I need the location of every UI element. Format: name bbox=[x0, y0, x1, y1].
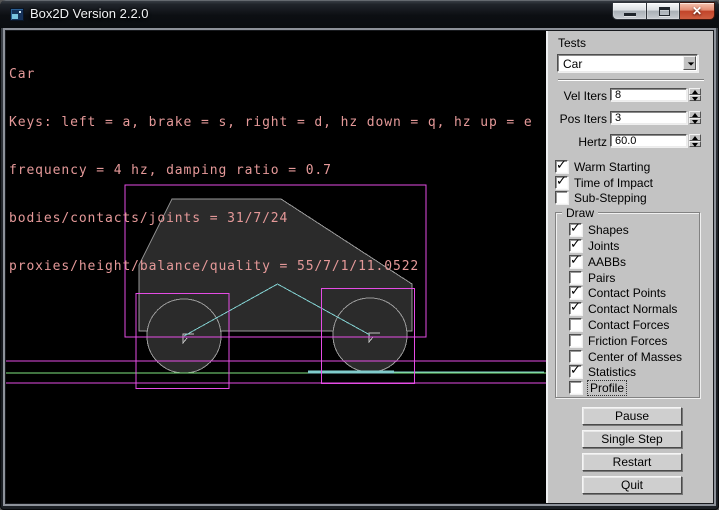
checkbox-icon: ✓ bbox=[569, 334, 582, 347]
separator bbox=[558, 79, 704, 81]
checkbox-label: Center of Masses bbox=[588, 350, 682, 364]
tests-dropdown-value: Car bbox=[563, 57, 582, 71]
checkbox-friction-forces[interactable]: ✓ Friction Forces bbox=[569, 333, 667, 348]
checkbox-label: Joints bbox=[588, 239, 619, 253]
stats-text: Car Keys: left = a, brake = s, right = d… bbox=[9, 35, 533, 307]
checkbox-label: Shapes bbox=[588, 223, 629, 237]
spinner-up-button[interactable] bbox=[689, 88, 701, 95]
close-button[interactable]: ✕ bbox=[680, 2, 715, 20]
checkbox-label: Pairs bbox=[588, 271, 615, 285]
checkbox-icon: ✓ bbox=[569, 223, 582, 236]
vel-iters-label: Vel Iters bbox=[548, 89, 607, 103]
checkbox-label: Contact Normals bbox=[588, 302, 677, 316]
hertz-label: Hertz bbox=[548, 135, 607, 149]
checkbox-contact-forces[interactable]: ✓ Contact Forces bbox=[569, 317, 669, 332]
stats-line-proxies: proxies/height/balance/quality = 55/7/1/… bbox=[9, 259, 533, 275]
checkbox-sub-stepping[interactable]: ✓ Sub-Stepping bbox=[555, 190, 647, 205]
client-frame: Car Keys: left = a, brake = s, right = d… bbox=[3, 28, 716, 506]
stats-line-keys: Keys: left = a, brake = s, right = d, hz… bbox=[9, 115, 533, 131]
vel-iters-input[interactable]: 8 bbox=[610, 88, 687, 101]
stats-line-title: Car bbox=[9, 67, 533, 83]
minimize-button[interactable] bbox=[612, 2, 646, 20]
tests-dropdown[interactable]: Car bbox=[557, 54, 698, 72]
minimize-icon bbox=[624, 13, 636, 16]
tests-label: Tests bbox=[558, 36, 586, 50]
spinner-up-button[interactable] bbox=[689, 134, 701, 141]
checkbox-icon: ✓ bbox=[569, 365, 582, 378]
control-panel: Tests Car Vel Iters 8 bbox=[546, 31, 713, 503]
checkbox-contact-points[interactable]: ✓ Contact Points bbox=[569, 285, 666, 300]
checkbox-time-of-impact[interactable]: ✓ Time of Impact bbox=[555, 175, 653, 190]
checkbox-joints[interactable]: ✓ Joints bbox=[569, 238, 619, 253]
quit-button[interactable]: Quit bbox=[582, 476, 682, 494]
hertz-spinner bbox=[689, 134, 701, 147]
checkbox-icon: ✓ bbox=[569, 318, 582, 331]
window-controls: ✕ bbox=[612, 2, 715, 20]
vel-iters-spinner bbox=[689, 88, 701, 101]
pos-iters-label: Pos Iters bbox=[548, 112, 607, 126]
spinner-down-button[interactable] bbox=[689, 141, 701, 147]
maximize-button[interactable] bbox=[646, 2, 680, 20]
checkbox-icon: ✓ bbox=[569, 302, 582, 315]
checkbox-label: Statistics bbox=[588, 365, 636, 379]
pos-iters-spinner bbox=[689, 111, 701, 124]
checkbox-icon: ✓ bbox=[569, 239, 582, 252]
checkbox-warm-starting[interactable]: ✓ Warm Starting bbox=[555, 159, 650, 174]
checkbox-pairs[interactable]: ✓ Pairs bbox=[569, 270, 615, 285]
checkbox-label: Contact Forces bbox=[588, 318, 669, 332]
restart-button[interactable]: Restart bbox=[582, 453, 682, 471]
app-icon bbox=[10, 8, 24, 21]
checkbox-icon: ✓ bbox=[569, 350, 582, 363]
checkbox-statistics[interactable]: ✓ Statistics bbox=[569, 364, 636, 379]
tests-dropdown-button[interactable] bbox=[683, 56, 696, 70]
checkbox-contact-normals[interactable]: ✓ Contact Normals bbox=[569, 301, 677, 316]
spinner-down-button[interactable] bbox=[689, 118, 701, 124]
draw-group-label: Draw bbox=[562, 206, 598, 220]
spinner-down-button[interactable] bbox=[689, 95, 701, 101]
checkbox-label: Warm Starting bbox=[574, 160, 650, 174]
checkbox-icon: ✓ bbox=[569, 381, 582, 394]
spinner-up-button[interactable] bbox=[689, 111, 701, 118]
chevron-down-icon bbox=[688, 62, 694, 65]
checkbox-icon: ✓ bbox=[555, 160, 568, 173]
close-icon: ✕ bbox=[680, 4, 714, 18]
checkbox-profile[interactable]: ✓ Profile bbox=[569, 380, 626, 395]
checkbox-icon: ✓ bbox=[569, 286, 582, 299]
pos-iters-input[interactable]: 3 bbox=[610, 111, 687, 124]
checkbox-label: Sub-Stepping bbox=[574, 191, 647, 205]
stats-line-frequency: frequency = 4 hz, damping ratio = 0.7 bbox=[9, 163, 533, 179]
single-step-button[interactable]: Single Step bbox=[582, 430, 682, 448]
checkbox-label: Time of Impact bbox=[574, 176, 653, 190]
checkbox-aabbs[interactable]: ✓ AABBs bbox=[569, 254, 626, 269]
checkbox-icon: ✓ bbox=[555, 191, 568, 204]
checkbox-shapes[interactable]: ✓ Shapes bbox=[569, 222, 629, 237]
title-bar[interactable]: Box2D Version 2.2.0 ✕ bbox=[0, 0, 719, 28]
maximize-icon bbox=[659, 7, 670, 16]
stats-line-bodies: bodies/contacts/joints = 31/7/24 bbox=[9, 211, 533, 227]
checkbox-icon: ✓ bbox=[569, 255, 582, 268]
simulation-canvas[interactable]: Car Keys: left = a, brake = s, right = d… bbox=[6, 31, 546, 503]
pause-button[interactable]: Pause bbox=[582, 407, 682, 425]
checkbox-label: Friction Forces bbox=[588, 334, 667, 348]
box2d-window: Box2D Version 2.2.0 ✕ bbox=[0, 0, 719, 510]
checkbox-icon: ✓ bbox=[569, 271, 582, 284]
checkbox-label: Contact Points bbox=[588, 286, 666, 300]
checkbox-label: Profile bbox=[588, 381, 626, 395]
checkbox-center-of-masses[interactable]: ✓ Center of Masses bbox=[569, 349, 682, 364]
hertz-input[interactable]: 60.0 bbox=[610, 134, 687, 147]
checkbox-icon: ✓ bbox=[555, 176, 568, 189]
checkbox-label: AABBs bbox=[588, 255, 626, 269]
window-title: Box2D Version 2.2.0 bbox=[30, 6, 149, 21]
